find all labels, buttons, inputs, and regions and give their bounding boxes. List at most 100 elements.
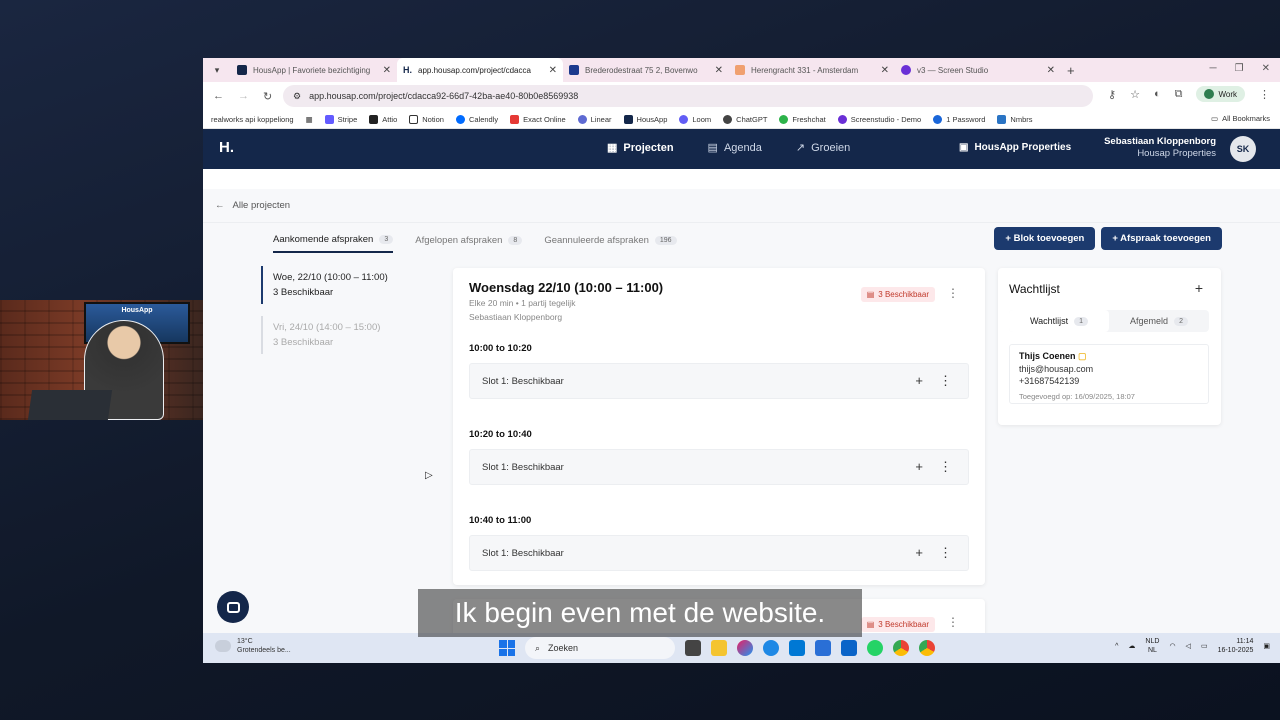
vpn-icon[interactable] (815, 640, 831, 656)
star-icon[interactable]: ☆ (1130, 88, 1140, 101)
site-info-icon[interactable]: ⚙ (293, 91, 301, 102)
whatsapp-icon[interactable] (867, 640, 883, 656)
date-item[interactable]: Vri, 24/10 (14:00 – 15:00) 3 Beschikbaar (261, 316, 421, 354)
notification-icon[interactable]: ▣ (1263, 642, 1270, 650)
bookmark[interactable]: Nmbrs (997, 114, 1033, 124)
outlook-icon[interactable] (841, 640, 857, 656)
plus-icon[interactable]: + (915, 373, 923, 389)
kebab-icon[interactable]: ⋮ (939, 459, 952, 475)
bookmark[interactable]: Screenstudio - Demo (837, 114, 921, 124)
chrome-alt-icon[interactable] (919, 640, 935, 656)
slot-row[interactable]: Slot 1: Beschikbaar + ⋮ (469, 363, 969, 399)
edge-icon[interactable] (763, 640, 779, 656)
onedrive-icon[interactable]: ☁ (1128, 642, 1135, 650)
tab-upcoming[interactable]: Aankomende afspraken 3 (273, 234, 394, 253)
nav-projecten[interactable]: ▦ Projecten (607, 141, 674, 155)
volume-icon[interactable]: ◁ (1186, 642, 1191, 650)
all-bookmarks[interactable]: ▭ All Bookmarks (1211, 114, 1270, 123)
bookmark[interactable]: Linear (577, 114, 612, 124)
tab-title: Brederodestraat 75 2, Bovenwo (585, 65, 698, 75)
omnibox[interactable]: ⚙ app.housap.com/project/cdacca92-66d7-4… (283, 85, 1093, 107)
bookmark[interactable]: realworks api koppeliong (211, 115, 294, 124)
close-window-icon[interactable]: ✕ (1262, 63, 1270, 74)
add-appointment-button[interactable]: + Afspraak toevoegen (1101, 227, 1222, 250)
back-link[interactable]: ← Alle projecten (215, 200, 290, 211)
puzzle-icon[interactable]: ⧉ (1175, 88, 1183, 101)
slot-row[interactable]: Slot 1: Beschikbaar + ⋮ (469, 449, 969, 485)
card-menu-icon[interactable]: ⋮ (947, 286, 959, 300)
browser-tab[interactable]: v3 — Screen Studio ✕ (895, 58, 1061, 82)
bookmark[interactable]: HousApp (623, 114, 667, 124)
new-tab-icon[interactable]: + (1067, 63, 1075, 78)
kebab-icon[interactable]: ⋮ (939, 373, 952, 389)
tab-cancelled[interactable]: Geannuleerde afspraken 196 (544, 234, 677, 253)
bookmark[interactable]: Notion (409, 114, 444, 124)
tab-search-icon[interactable]: ▾ (203, 65, 231, 76)
bookmark[interactable]: Loom (679, 114, 711, 124)
language-indicator[interactable]: NLD NL (1145, 637, 1159, 655)
chrome-icon[interactable] (893, 640, 909, 656)
chevron-up-icon[interactable]: ^ (1115, 643, 1118, 650)
close-tab-icon[interactable]: ✕ (1047, 65, 1055, 76)
person-name-text: Thijs Coenen (1019, 351, 1076, 361)
add-block-button[interactable]: + Blok toevoegen (994, 227, 1096, 250)
copy-icon[interactable]: ▢ (1078, 351, 1087, 361)
apps-icon[interactable]: ▦ (306, 115, 313, 124)
bookmark[interactable]: Attio (369, 114, 397, 124)
tab-waitlist[interactable]: Wachtlijst 1 (1009, 310, 1109, 332)
date-item-active[interactable]: Woe, 22/10 (10:00 – 11:00) 3 Beschikbaar (261, 266, 421, 304)
nav-agenda[interactable]: ▤ Agenda (708, 141, 762, 155)
bookmark[interactable]: Exact Online (510, 114, 566, 124)
card-menu-icon[interactable]: ⋮ (947, 615, 959, 629)
windows-start-icon[interactable] (499, 640, 515, 656)
close-tab-icon[interactable]: ✕ (383, 65, 391, 76)
browser-tab-active[interactable]: H. app.housap.com/project/cdacca ✕ (397, 58, 563, 82)
close-tab-icon[interactable]: ✕ (881, 65, 889, 76)
kebab-icon[interactable]: ⋮ (939, 545, 952, 561)
add-waitlist-icon[interactable]: + (1195, 280, 1203, 296)
browser-tab[interactable]: Brederodestraat 75 2, Bovenwo ✕ (563, 58, 729, 82)
tab-unsubscribed[interactable]: Afgemeld 2 (1109, 310, 1209, 332)
bookmark[interactable]: Stripe (324, 114, 357, 124)
user-info[interactable]: Sebastiaan Kloppenborg Housap Properties (1104, 136, 1216, 160)
tab-past[interactable]: Afgelopen afspraken 8 (415, 234, 523, 253)
minimize-icon[interactable]: ─ (1210, 63, 1217, 74)
waitlist-entry[interactable]: Thijs Coenen ▢ thijs@housap.com +3168754… (1009, 344, 1209, 404)
profile-button[interactable]: Work (1196, 86, 1245, 102)
forward-icon[interactable]: → (238, 90, 249, 102)
properties-switcher[interactable]: ▣ HousApp Properties (959, 142, 1071, 153)
wifi-icon[interactable]: ◠ (1169, 642, 1175, 650)
housapp-logo[interactable]: H. (219, 139, 234, 156)
extension-icon[interactable]: ◐ (1154, 88, 1161, 100)
taskview-icon[interactable] (685, 640, 701, 656)
menu-icon[interactable]: ⋮ (1259, 88, 1270, 101)
back-icon[interactable]: ← (213, 90, 224, 102)
bookmark[interactable]: Freshchat (779, 114, 826, 124)
key-icon[interactable]: ⚷ (1108, 88, 1116, 101)
close-tab-icon[interactable]: ✕ (549, 65, 557, 76)
plus-icon[interactable]: + (915, 545, 923, 561)
taskbar-search[interactable]: ⌕ Zoeken (525, 637, 675, 659)
weather-widget[interactable]: 13°C Grotendeels be... (215, 637, 291, 655)
reload-icon[interactable]: ↻ (263, 90, 272, 103)
bookmark[interactable]: Calendly (455, 114, 498, 124)
bookmark[interactable]: 1 Password (933, 114, 985, 124)
slot-row[interactable]: Slot 1: Beschikbaar + ⋮ (469, 535, 969, 571)
chat-widget[interactable] (217, 591, 249, 623)
bookmark[interactable]: ChatGPT (723, 114, 767, 124)
nav-groeien[interactable]: ↗ Groeien (796, 141, 850, 155)
browser-tab[interactable]: Herengracht 331 - Amsterdam ✕ (729, 58, 895, 82)
copilot-icon[interactable] (737, 640, 753, 656)
avatar[interactable]: SK (1230, 136, 1256, 162)
clock[interactable]: 11:14 16-10-2025 (1218, 637, 1254, 655)
browser-tab[interactable]: HousApp | Favoriete bezichtiging ✕ (231, 58, 397, 82)
explorer-icon[interactable] (711, 640, 727, 656)
favicon-icon (735, 65, 745, 75)
store-icon[interactable] (789, 640, 805, 656)
all-bookmarks-label: All Bookmarks (1222, 114, 1270, 123)
close-tab-icon[interactable]: ✕ (715, 65, 723, 76)
plus-icon[interactable]: + (915, 459, 923, 475)
battery-icon[interactable]: ▭ (1201, 642, 1208, 650)
restore-icon[interactable]: ❐ (1235, 63, 1244, 74)
status-badge: ▤ 3 Beschikbaar (860, 287, 935, 302)
